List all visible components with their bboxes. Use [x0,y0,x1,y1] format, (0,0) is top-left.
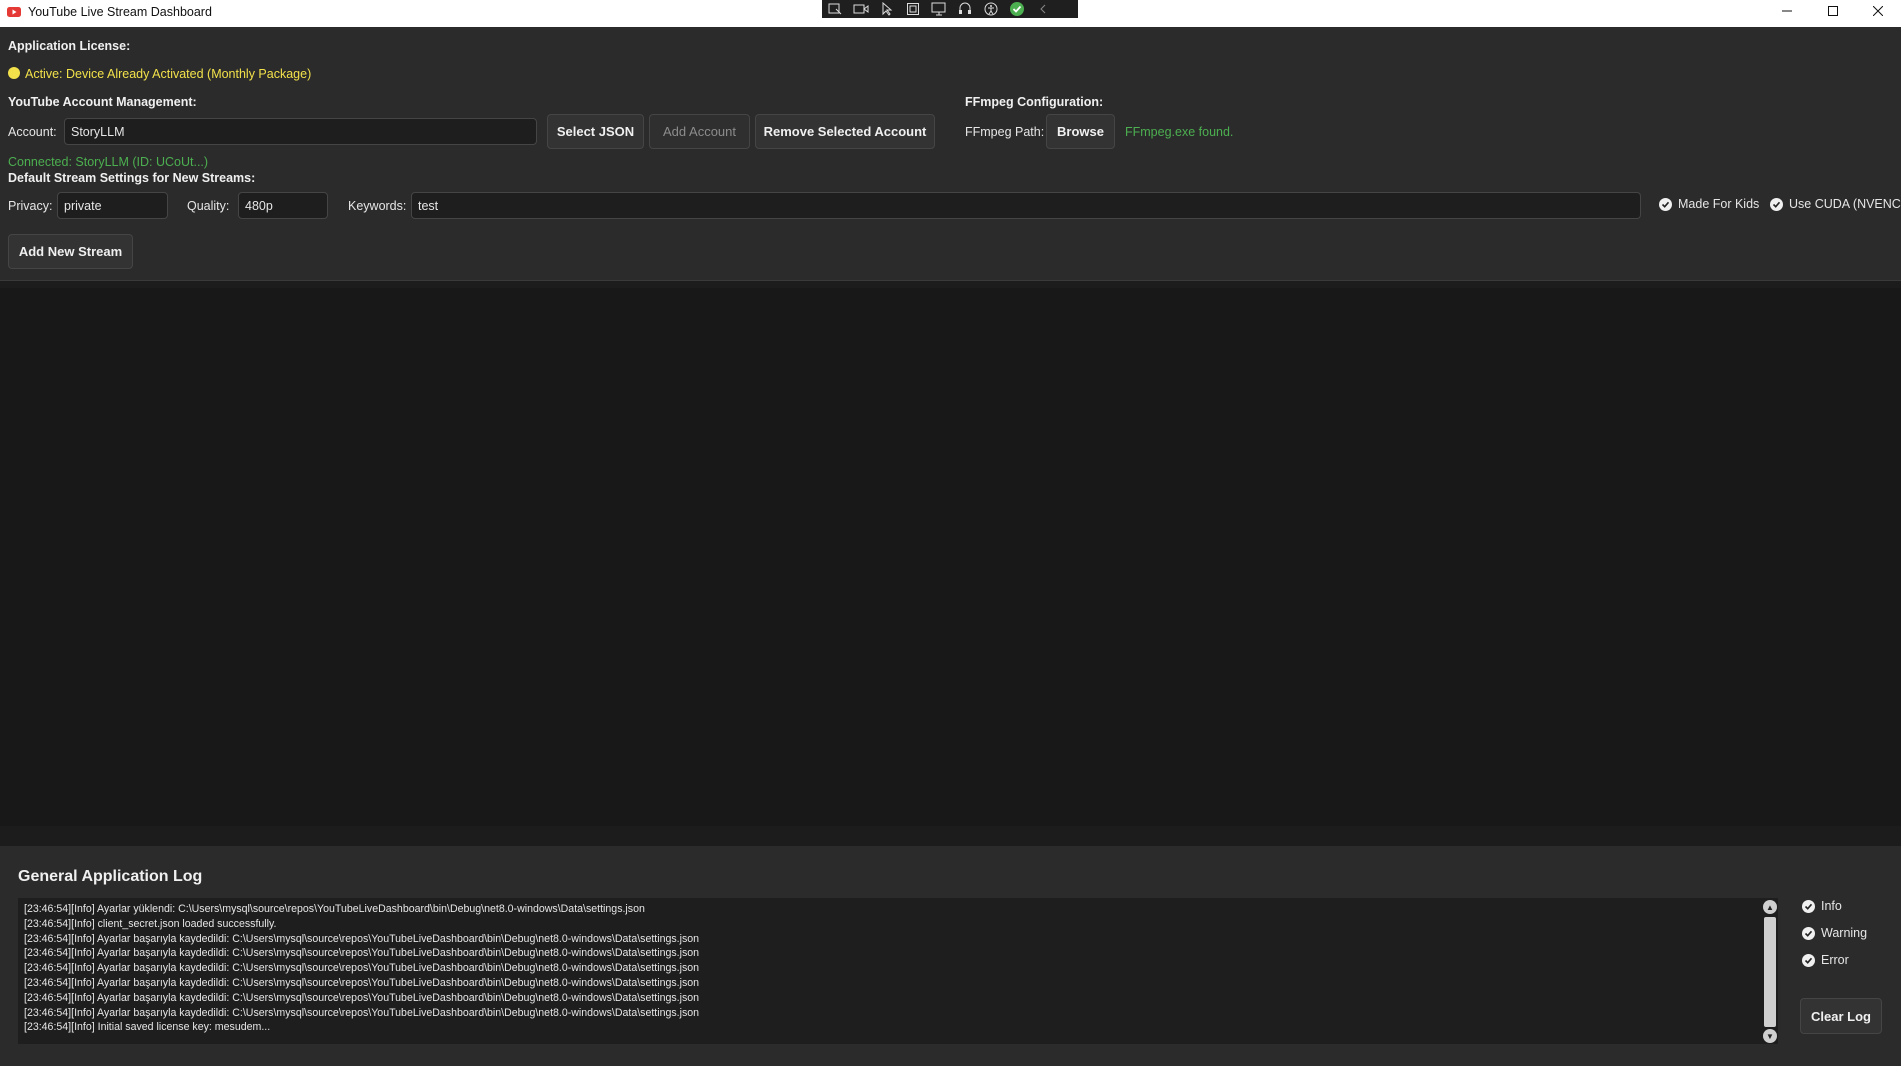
license-heading: Application License: [8,39,131,53]
scroll-down-icon[interactable]: ▼ [1763,1029,1777,1043]
screen-icon[interactable] [926,0,952,18]
quality-value: 480p [245,198,273,213]
use-cuda-checkbox[interactable]: Use CUDA (NVENC) [1770,197,1901,211]
add-new-stream-button[interactable]: Add New Stream [8,234,133,269]
account-select[interactable]: StoryLLM [64,118,537,145]
window-title: YouTube Live Stream Dashboard [28,5,212,19]
maximize-button[interactable] [1810,0,1856,22]
privacy-label: Privacy: [8,199,53,213]
settings-panel [0,27,1901,281]
filter-info-checkbox[interactable]: Info [1802,899,1842,913]
collapse-icon[interactable] [1030,0,1056,18]
ffmpeg-heading: FFmpeg Configuration: [965,95,1104,109]
made-for-kids-checkbox[interactable]: Made For Kids [1659,197,1759,211]
log-line: [23:46:54][Info] Ayarlar başarıyla kayde… [24,976,700,989]
checkmark-icon [1802,953,1815,967]
account-heading: YouTube Account Management: [8,95,197,109]
log-line: [23:46:54][Info] Initial saved license k… [24,1021,271,1034]
streams-area [0,288,1901,826]
log-line: [23:46:54][Info] client_secret.json load… [24,917,277,930]
filter-warning-checkbox[interactable]: Warning [1802,926,1867,940]
browse-button[interactable]: Browse [1046,114,1115,149]
ffmpeg-path-label: FFmpeg Path: [965,125,1045,139]
license-status: Active: Device Already Activated (Monthl… [25,67,312,81]
video-icon[interactable] [848,0,874,18]
clear-log-button[interactable]: Clear Log [1800,998,1882,1034]
title-bar: YouTube Live Stream Dashboard [0,0,1901,27]
checkmark-icon [1659,197,1672,211]
filter-error-checkbox[interactable]: Error [1802,953,1849,967]
log-line: [23:46:54][Info] Ayarlar başarıyla kayde… [24,991,700,1004]
cursor-icon[interactable] [874,0,900,18]
window-icon[interactable] [900,0,926,18]
scroll-up-icon[interactable]: ▲ [1763,900,1777,914]
checkmark-icon [1802,926,1815,940]
account-value: StoryLLM [71,124,125,139]
capture-toolbar [822,0,1078,18]
log-line: [23:46:54][Info] Ayarlar yüklendi: C:\Us… [24,903,645,915]
log-scrollbar[interactable]: ▲ ▼ [1762,899,1778,1044]
log-line: [23:46:54][Info] Ayarlar başarıyla kayde… [24,947,700,960]
ffmpeg-status: FFmpeg.exe found. [1125,125,1234,139]
privacy-value: private [64,198,102,213]
scroll-thumb[interactable] [1764,917,1776,1027]
filter-info-label: Info [1821,899,1842,913]
youtube-app-icon [7,7,21,17]
add-account-button[interactable]: Add Account [649,114,750,149]
log-textbox[interactable]: [23:46:54][Info] Ayarlar yüklendi: C:\Us… [18,898,1778,1044]
keywords-input[interactable]: test [411,192,1641,219]
filter-error-label: Error [1821,953,1849,967]
check-icon[interactable] [1004,0,1030,18]
select-json-button[interactable]: Select JSON [547,114,644,149]
minimize-button[interactable] [1764,0,1810,22]
license-status-dot [8,67,20,79]
snip-icon[interactable] [822,0,848,18]
made-for-kids-label: Made For Kids [1678,197,1760,211]
maximize-icon [1828,6,1838,16]
log-line: [23:46:54][Info] Ayarlar başarıyla kayde… [24,962,700,975]
remove-account-button[interactable]: Remove Selected Account [755,114,935,149]
checkmark-icon [1770,197,1783,211]
accessibility-icon[interactable] [978,0,1004,18]
privacy-select[interactable]: private [57,192,168,219]
account-label: Account: [8,125,57,139]
use-cuda-label: Use CUDA (NVENC) [1789,197,1901,211]
keywords-label: Keywords: [348,199,407,213]
log-line: [23:46:54][Info] Ayarlar başarıyla kayde… [24,1006,700,1019]
quality-select[interactable]: 480p [238,192,328,219]
audio-icon[interactable] [952,0,978,18]
checkmark-icon [1802,899,1815,913]
connection-status: Connected: StoryLLM (ID: UCoUt...) [8,155,209,169]
log-lines: [23:46:54][Info] Ayarlar yüklendi: C:\Us… [24,902,699,1035]
minimize-icon [1782,10,1792,12]
close-button[interactable] [1855,0,1901,22]
log-line: [23:46:54][Info] Ayarlar başarıyla kayde… [24,932,700,945]
log-title: General Application Log [18,868,203,885]
filter-warning-label: Warning [1821,926,1868,940]
keywords-value: test [418,198,439,213]
defaults-heading: Default Stream Settings for New Streams: [8,171,256,185]
close-icon [1873,6,1883,16]
quality-label: Quality: [187,199,230,213]
